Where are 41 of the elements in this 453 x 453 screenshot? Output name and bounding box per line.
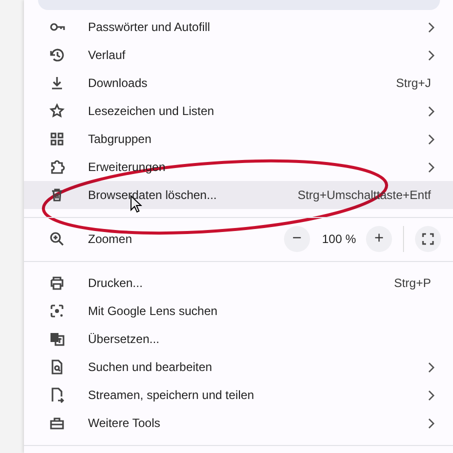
menu-item[interactable]: Streamen, speichern und teilen bbox=[24, 381, 453, 409]
translate-icon bbox=[49, 331, 65, 347]
menu-item[interactable]: Erweiterungen bbox=[24, 153, 453, 181]
trash-icon bbox=[49, 187, 65, 203]
lens-icon bbox=[49, 303, 65, 319]
menu-item[interactable]: Passwörter und Autofill bbox=[24, 13, 453, 41]
menu-item[interactable]: Drucken... Strg+P bbox=[24, 269, 453, 297]
document-icon bbox=[49, 387, 65, 403]
chevron-icon bbox=[428, 50, 434, 60]
shortcut-label: Strg+P bbox=[394, 276, 431, 290]
star-icon bbox=[49, 103, 65, 119]
chevron-icon bbox=[428, 418, 434, 428]
zoom-in-button[interactable]: + bbox=[366, 226, 392, 252]
menu-item[interactable]: Suchen und bearbeiten bbox=[24, 353, 453, 381]
menu-item[interactable]: Downloads Strg+J bbox=[24, 69, 453, 97]
puzzle-icon bbox=[49, 159, 65, 175]
fullscreen-button[interactable] bbox=[415, 226, 441, 252]
chevron-icon bbox=[428, 22, 434, 32]
menu-item[interactable]: Mit Google Lens suchen bbox=[24, 297, 453, 325]
download-icon bbox=[49, 75, 65, 91]
document-search-icon bbox=[49, 359, 65, 375]
zoom-icon bbox=[49, 231, 65, 247]
menu-item[interactable]: Lesezeichen und Listen bbox=[24, 97, 453, 125]
printer-icon bbox=[49, 275, 65, 291]
history-icon bbox=[49, 47, 65, 63]
menu-item[interactable]: Verlauf bbox=[24, 41, 453, 69]
fullscreen-icon bbox=[422, 233, 434, 245]
menu-item[interactable]: Tabgruppen bbox=[24, 125, 453, 153]
shortcut-label: Strg+J bbox=[396, 76, 431, 90]
chevron-icon bbox=[428, 390, 434, 400]
chevron-icon bbox=[428, 134, 434, 144]
chevron-icon bbox=[428, 362, 434, 372]
zoom-value: 100 % bbox=[322, 232, 356, 246]
menu-item[interactable]: Übersetzen... bbox=[24, 325, 453, 353]
toolbox-icon bbox=[49, 415, 65, 431]
zoom-out-button[interactable]: − bbox=[284, 226, 310, 252]
zoom-label: Zoomen bbox=[88, 232, 132, 246]
chevron-icon bbox=[428, 162, 434, 172]
chevron-icon bbox=[428, 106, 434, 116]
grid-icon bbox=[49, 131, 65, 147]
menu-item[interactable]: Weitere Tools bbox=[24, 409, 453, 437]
